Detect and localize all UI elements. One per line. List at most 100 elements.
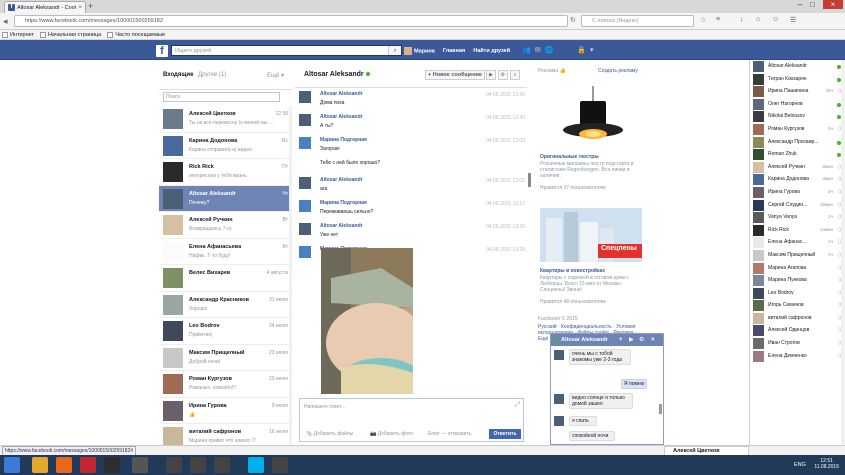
conversation-list-scrollbar[interactable]: [289, 106, 292, 446]
bookmark-frequent[interactable]: Часто посещаемые: [107, 31, 165, 38]
url-bar[interactable]: https://www.facebook.com/messages/100001…: [14, 15, 568, 27]
messages-icon[interactable]: ✉: [535, 46, 541, 54]
language-indicator[interactable]: ENG: [794, 462, 806, 468]
enter-to-send-checkbox[interactable]: Enter — отправить: [428, 431, 471, 437]
browser-search-input[interactable]: С поиска (Яндекс): [581, 15, 694, 27]
conversation-item[interactable]: Велес Вихарев 4 августа: [159, 265, 292, 292]
back-icon[interactable]: ◂: [3, 16, 8, 27]
chat-contact[interactable]: Марина Агапова ▯: [750, 262, 845, 275]
notifications-icon[interactable]: 🌐: [545, 46, 554, 54]
chat-contact[interactable]: Карина Додонова 3мин ▯: [750, 173, 845, 186]
reply-composer[interactable]: Напишите ответ... ⤢ 📎 Добавить файлы 📷 Д…: [299, 398, 524, 442]
chat-contact[interactable]: Leo Bodrov ▯: [750, 287, 845, 300]
chat-contact[interactable]: Тигран Кахзарян: [750, 73, 845, 86]
conversation-item[interactable]: виталий сафронов Марина привет что нового…: [159, 424, 292, 446]
message-author[interactable]: Марина Подгорная: [320, 137, 367, 143]
message-author[interactable]: Altosar Aleksandr: [320, 114, 363, 120]
chat-contact[interactable]: Ирина Пашинина 18ч ▯: [750, 85, 845, 98]
message-author[interactable]: Марина Подгорная: [320, 200, 367, 206]
new-message-button[interactable]: + Новое сообщение: [425, 70, 485, 80]
video-call-icon[interactable]: ▶: [486, 70, 496, 80]
bookmark-home[interactable]: Начальная страница: [40, 31, 101, 38]
ad-lamp-image[interactable]: [558, 86, 628, 151]
chat-contact[interactable]: Altosar Aleksandr: [750, 60, 845, 73]
chat-contact[interactable]: Ирина Гурова 5ч ▯: [750, 186, 845, 199]
chat-contact[interactable]: Vanya Vanya 2ч ▯: [750, 211, 845, 224]
chat-contact[interactable]: Елена Демченко ▯: [750, 350, 845, 363]
shared-photo[interactable]: [321, 248, 413, 394]
more-dropdown[interactable]: Ещё ▾: [267, 72, 284, 79]
conversation-item[interactable]: Александр Красников Хорошо 31 июля: [159, 292, 292, 318]
ad1-title[interactable]: Оригинальные люстры: [540, 154, 599, 160]
chat-contact[interactable]: Nikolai Belousov: [750, 110, 845, 123]
conversation-item[interactable]: Leo Bodrov Приветик) 24 июля: [159, 318, 292, 345]
minimize-icon[interactable]: –: [798, 0, 802, 9]
chat-contact[interactable]: Марина Пункова ▯: [750, 274, 845, 287]
conversation-item[interactable]: Максим Прищепный Доброй ночи) 23 июля: [159, 345, 292, 371]
chat-contact[interactable]: Roman Zhuk: [750, 148, 845, 161]
new-tab-button[interactable]: +: [88, 2, 98, 11]
privacy-shortcuts-icon[interactable]: 🔒: [577, 46, 586, 54]
settings-gear-icon[interactable]: ⚙: [498, 70, 508, 80]
message-author[interactable]: Altosar Aleksandr: [320, 91, 363, 97]
thread-scrollbar-thumb[interactable]: [528, 173, 531, 187]
chat-contact[interactable]: Елена Афанас... 1ч ▯: [750, 236, 845, 249]
video-call-icon[interactable]: ▶: [629, 334, 634, 346]
start-button-icon[interactable]: [4, 457, 20, 473]
add-files-button[interactable]: 📎 Добавить файлы: [306, 431, 353, 437]
expand-composer-icon[interactable]: ⤢: [515, 402, 520, 409]
tab-inbox[interactable]: Входящие: [163, 72, 193, 78]
chat-contact[interactable]: Максим Прищепный 4ч ▯: [750, 249, 845, 262]
conversation-search-input[interactable]: Поиск: [163, 92, 280, 102]
send-button[interactable]: Ответить: [489, 429, 521, 439]
close-icon[interactable]: ×: [651, 334, 655, 346]
world-of-tanks-icon[interactable]: [166, 457, 182, 473]
search-thread-icon[interactable]: ⌕: [510, 70, 520, 80]
chat-bubble-icon[interactable]: ☺: [772, 16, 779, 23]
nav-home-link[interactable]: Главная: [443, 48, 465, 54]
app-icon[interactable]: [132, 457, 148, 473]
nav-profile-link[interactable]: Марина: [404, 47, 435, 55]
download-icon[interactable]: ↓: [740, 16, 744, 23]
nav-find-friends-link[interactable]: Найти друзей: [473, 48, 510, 54]
chat-contact[interactable]: Алексей Ручкин 9мин ▯: [750, 161, 845, 174]
conversation-item[interactable]: Алексей Цветков Ты на все перевесну (о ме…: [159, 106, 292, 133]
home-icon[interactable]: ⌂: [756, 16, 760, 23]
conversation-item[interactable]: Роман Кургузов Романыч, спасибо!!! 20 июля: [159, 371, 292, 398]
add-friend-icon[interactable]: +: [619, 334, 623, 346]
search-icon[interactable]: ⌕: [388, 46, 401, 55]
maximize-icon[interactable]: □: [810, 0, 815, 9]
system-clock[interactable]: 12:51 11.08.2015: [814, 458, 839, 470]
conversation-item[interactable]: Rick Rick интересная у тебя жизнь Пт: [159, 159, 292, 186]
chat-contact[interactable]: Алексей Одинцов ▯: [750, 324, 845, 337]
media-player-icon[interactable]: [80, 457, 96, 473]
ad-apartments-image[interactable]: Спецпены: [540, 208, 642, 262]
chat-sidebar-scrollbar[interactable]: [841, 60, 845, 445]
friend-requests-icon[interactable]: 👥: [522, 46, 531, 54]
skype-icon[interactable]: [248, 457, 264, 473]
add-photo-button[interactable]: 📷 Добавить фото: [370, 431, 413, 437]
chat-contact[interactable]: Сергей Слудин... 15мин ▯: [750, 199, 845, 212]
chat-contact[interactable]: Иван Строгов ▯: [750, 337, 845, 350]
chat-popup-header[interactable]: Altosar Aleksandr + ▶ ⚙ ×: [551, 334, 663, 346]
browser-tab[interactable]: f Altosar Aleksandr - Сообщ... ×: [4, 1, 86, 13]
game-icon[interactable]: [104, 457, 120, 473]
world-of-tanks-icon[interactable]: [272, 457, 288, 473]
account-menu-icon[interactable]: ▾: [590, 46, 594, 54]
chat-contact[interactable]: Игорь Семенов ▯: [750, 299, 845, 312]
settings-gear-icon[interactable]: ⚙: [639, 334, 644, 346]
firefox-icon[interactable]: [56, 457, 72, 473]
facebook-logo-icon[interactable]: f: [156, 45, 168, 57]
chat-contact[interactable]: виталий сафронов ▯: [750, 312, 845, 325]
reload-icon[interactable]: ↻: [570, 16, 576, 24]
conversation-item[interactable]: Altosar Aleksandr Почему? Чт: [159, 185, 292, 212]
reading-list-icon[interactable]: ≡: [716, 16, 720, 23]
conversation-item[interactable]: Карина Додонова Карина отправил(-а) видео…: [159, 133, 292, 159]
chat-popup-scrollbar[interactable]: [659, 404, 662, 414]
tab-other[interactable]: Другие (1): [198, 72, 226, 78]
message-author[interactable]: Altosar Aleksandr: [320, 177, 363, 183]
conversation-item[interactable]: Алексей Ручкин Возвращаюсь 7-го Вт: [159, 212, 292, 239]
chat-contact[interactable]: Александр Просвир...: [750, 136, 845, 149]
menu-icon[interactable]: ☰: [790, 16, 796, 24]
world-of-tanks-icon[interactable]: [214, 457, 230, 473]
